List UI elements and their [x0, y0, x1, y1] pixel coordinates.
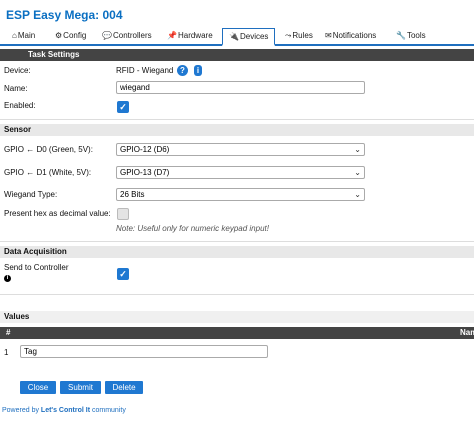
plug-icon: 🔌: [229, 32, 239, 41]
data-acquisition-header: Data Acquisition: [0, 246, 474, 258]
present-hex-label: Present hex as decimal value:: [4, 209, 111, 218]
tab-notifications[interactable]: ✉Notifications: [325, 28, 376, 45]
chevron-down-icon: ⌄: [354, 168, 361, 177]
divider: [0, 119, 474, 120]
delete-button[interactable]: Delete: [105, 381, 143, 394]
tab-hardware[interactable]: 📌Hardware: [167, 28, 213, 45]
value-row-index: 1: [4, 348, 9, 357]
values-header: Values: [0, 311, 474, 323]
tab-main-label: Main: [17, 31, 36, 40]
task-settings-header: Task Settings: [0, 49, 474, 61]
info-icon[interactable]: i: [4, 275, 11, 282]
envelope-icon: ✉: [325, 31, 332, 40]
gpio-d0-select[interactable]: GPIO-12 (D6) ⌄: [116, 143, 365, 156]
sensor-header: Sensor: [0, 124, 474, 136]
info-button[interactable]: i: [194, 65, 202, 76]
present-hex-checkbox[interactable]: [117, 208, 129, 220]
gpio-d0-label: GPIO ← D0 (Green, 5V):: [4, 145, 93, 154]
rules-arrow-icon: ⤳: [285, 31, 292, 40]
value-name-input[interactable]: Tag: [20, 345, 268, 358]
present-hex-note: Note: Useful only for numeric keypad inp…: [116, 224, 269, 233]
device-value: RFID - Wiegand: [116, 66, 174, 75]
tab-devices[interactable]: 🔌Devices: [222, 28, 276, 46]
send-to-controller-checkbox[interactable]: ✓: [117, 268, 129, 280]
checkmark-icon: ✓: [119, 102, 127, 112]
footer-link[interactable]: Let's Control It: [41, 407, 90, 414]
footer: Powered by Let's Control It community: [2, 407, 126, 414]
enabled-checkbox[interactable]: ✓: [117, 101, 129, 113]
tab-notifications-label: Notifications: [332, 31, 377, 40]
enabled-label: Enabled:: [4, 101, 36, 110]
gpio-d1-select[interactable]: GPIO-13 (D7) ⌄: [116, 166, 365, 179]
send-to-controller-label: Send to Controller: [4, 263, 69, 272]
close-button[interactable]: Close: [20, 381, 56, 394]
values-table-header: # Name: [0, 327, 474, 339]
tab-main[interactable]: ⌂Main: [12, 28, 35, 45]
wiegand-type-select[interactable]: 26 Bits ⌄: [116, 188, 365, 201]
chat-icon: 💬: [102, 31, 112, 40]
tab-tools-label: Tools: [406, 31, 426, 40]
divider: [0, 294, 474, 295]
home-icon: ⌂: [12, 31, 17, 40]
pin-icon: 📌: [167, 31, 177, 40]
footer-suffix: community: [90, 407, 126, 414]
name-label: Name:: [4, 84, 28, 93]
footer-prefix: Powered by: [2, 407, 41, 414]
help-button[interactable]: ?: [177, 65, 188, 76]
gear-icon: ⚙: [55, 31, 63, 40]
tab-config-label: Config: [63, 31, 87, 40]
submit-button[interactable]: Submit: [60, 381, 101, 394]
gpio-d1-label: GPIO ← D1 (White, 5V):: [4, 168, 92, 177]
tab-devices-label: Devices: [239, 32, 269, 41]
task-settings-title: Task Settings: [28, 50, 80, 59]
divider: [0, 241, 474, 242]
device-label: Device:: [4, 66, 31, 75]
chevron-down-icon: ⌄: [354, 190, 361, 199]
gpio-d1-selected: GPIO-13 (D7): [120, 168, 170, 177]
chevron-down-icon: ⌄: [354, 145, 361, 154]
tab-hardware-label: Hardware: [177, 31, 213, 40]
name-column-header: Name: [460, 328, 474, 337]
tab-rules[interactable]: ⤳Rules: [285, 28, 313, 45]
wiegand-type-label: Wiegand Type:: [4, 190, 58, 199]
main-tab-bar: ⌂Main ⚙Config 💬Controllers 📌Hardware 🔌De…: [0, 28, 474, 46]
checkmark-icon: ✓: [119, 269, 127, 279]
name-input[interactable]: wiegand: [116, 81, 365, 94]
index-column-header: #: [6, 328, 11, 337]
wiegand-type-selected: 26 Bits: [120, 190, 145, 199]
tab-controllers-label: Controllers: [112, 31, 152, 40]
tab-tools[interactable]: 🔧Tools: [396, 28, 426, 45]
tab-config[interactable]: ⚙Config: [55, 28, 86, 45]
app-title: ESP Easy Mega: 004: [6, 8, 123, 22]
tab-rules-label: Rules: [292, 31, 313, 40]
tab-controllers[interactable]: 💬Controllers: [102, 28, 152, 45]
gpio-d0-selected: GPIO-12 (D6): [120, 145, 170, 154]
wrench-icon: 🔧: [396, 31, 406, 40]
